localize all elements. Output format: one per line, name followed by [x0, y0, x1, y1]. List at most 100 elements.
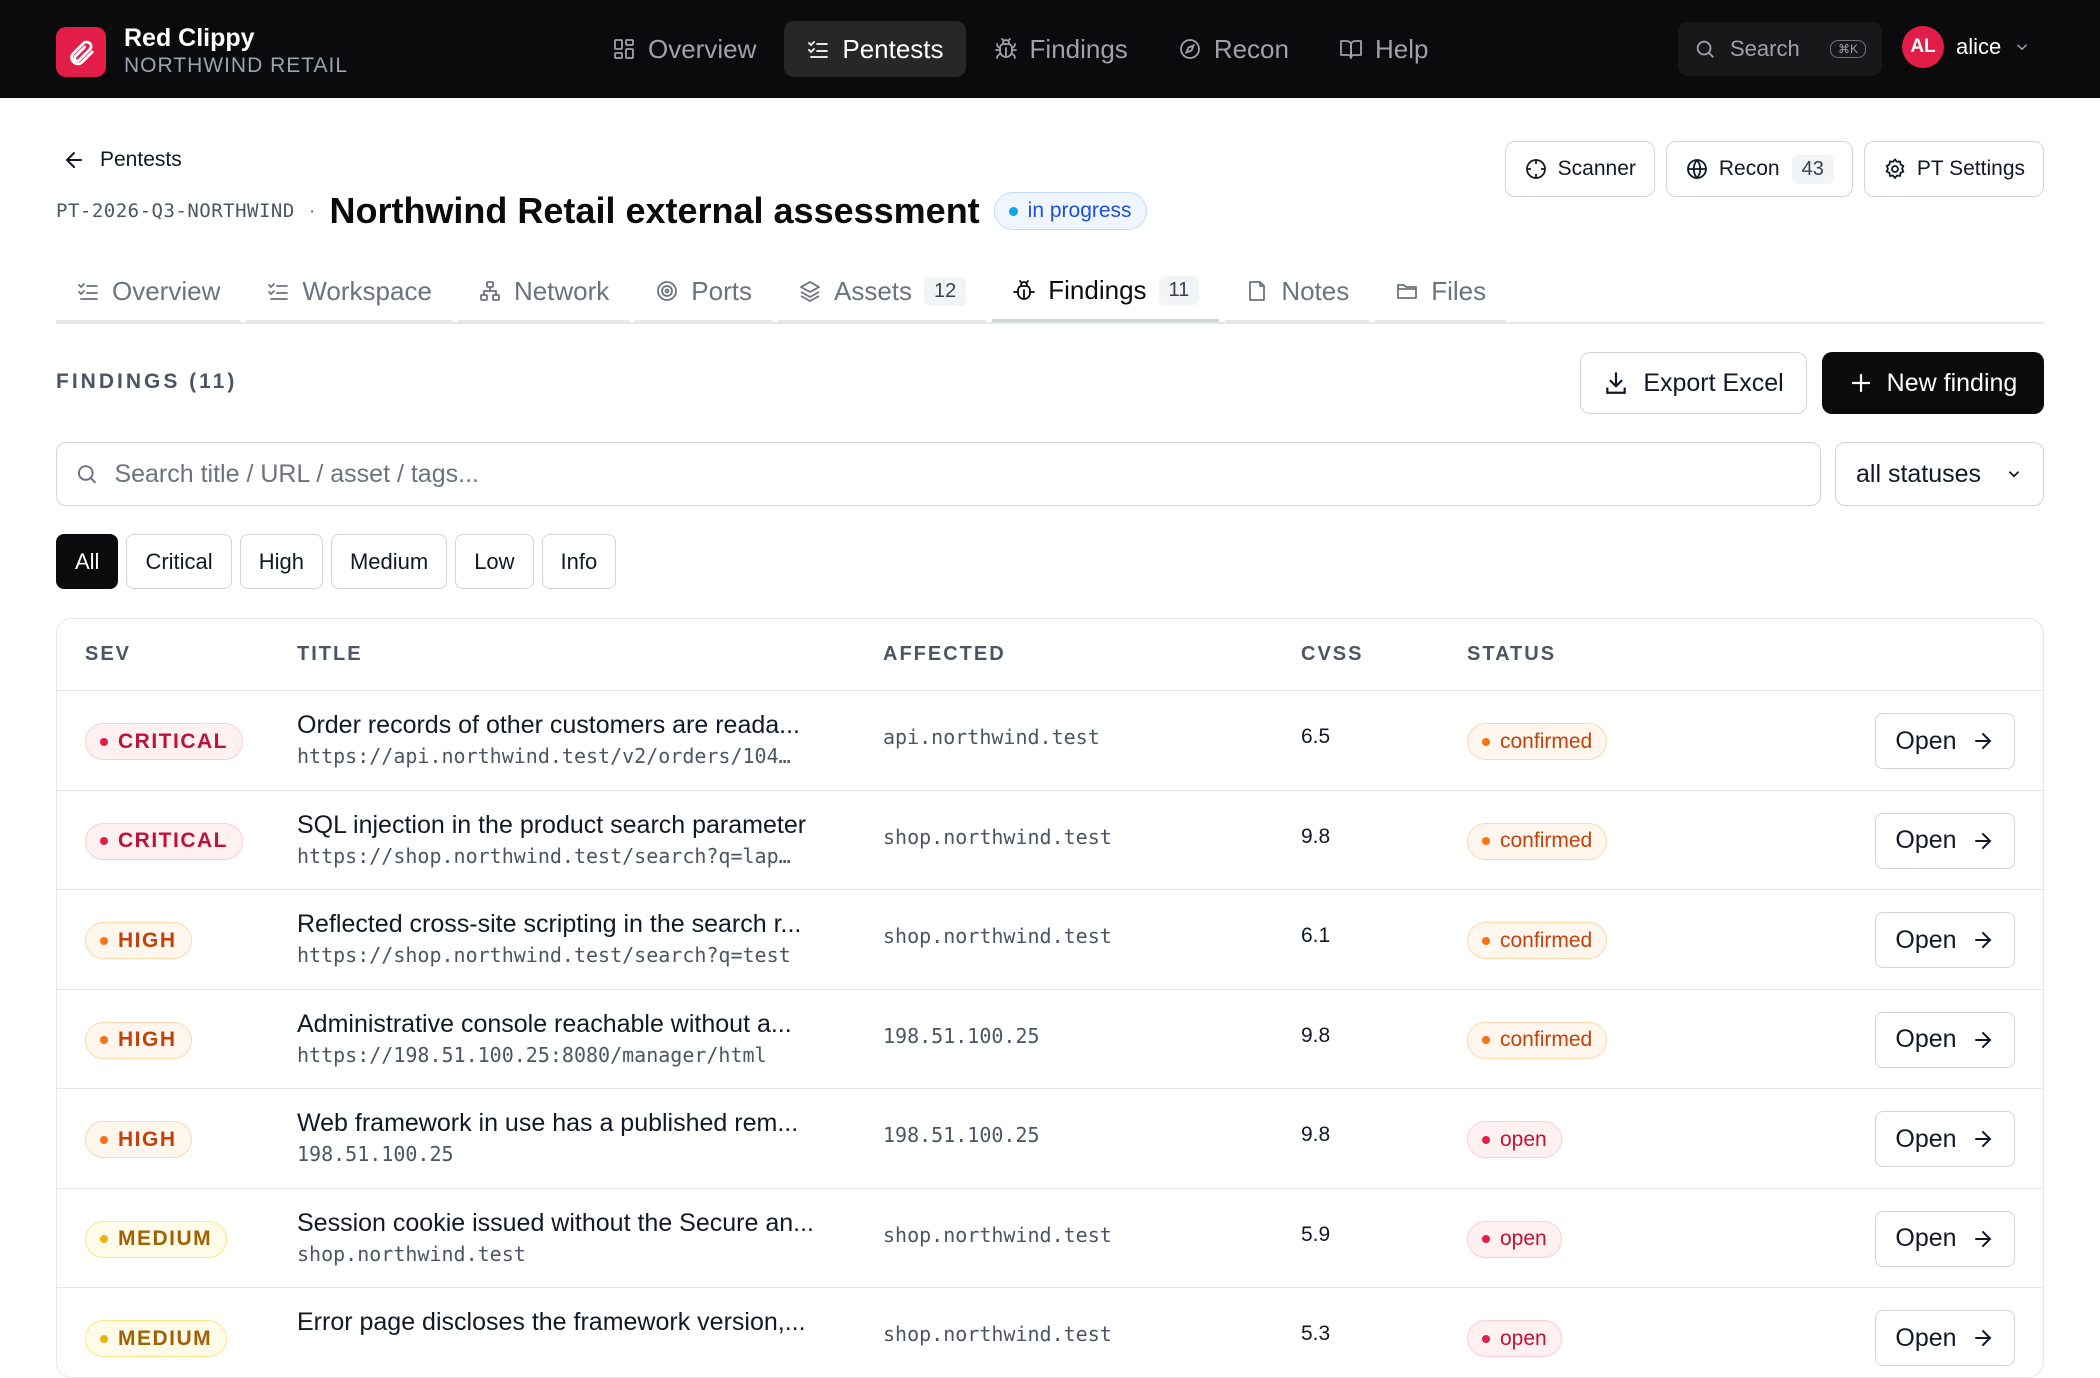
status-filter-value: all statuses [1856, 459, 1982, 488]
nav-label: Pentests [842, 33, 944, 64]
open-label: Open [1895, 1025, 1957, 1053]
open-finding-button[interactable]: Open [1875, 812, 2015, 869]
open-finding-button[interactable]: Open [1875, 1011, 2015, 1068]
col-status[interactable]: STATUS [1467, 643, 1556, 666]
findings-search-input[interactable] [114, 459, 1802, 489]
tab-label: Files [1431, 275, 1487, 306]
finding-status-badge: open [1467, 1220, 1562, 1258]
table-row[interactable]: CRITICAL SQL injection in the product sea… [57, 791, 2043, 890]
open-label: Open [1895, 726, 1957, 755]
export-excel-button[interactable]: Export Excel [1580, 352, 1807, 414]
finding-title-cell[interactable]: Error page discloses the framework versi… [297, 1306, 837, 1338]
tab-files[interactable]: Files [1375, 262, 1507, 322]
table-row[interactable]: HIGH Web framework in use has a published… [57, 1089, 2043, 1189]
finding-title[interactable]: Reflected cross-site scripting in the se… [297, 908, 837, 940]
nav-item-help[interactable]: Help [1317, 21, 1450, 77]
user-menu[interactable]: AL alice [1902, 26, 2031, 68]
severity-badge: HIGH [85, 922, 192, 959]
table-row[interactable]: HIGH Reflected cross-site scripting in th… [57, 890, 2043, 990]
affected-asset: shop.northwind.test [883, 824, 1112, 849]
tab-findings[interactable]: Findings 11 [992, 262, 1220, 322]
finding-title[interactable]: Order records of other customers are rea… [297, 709, 837, 741]
tab-workspace[interactable]: Workspace [246, 262, 452, 322]
open-finding-button[interactable]: Open [1875, 912, 2015, 968]
findings-table: SEV TITLE AFFECTED CVSS STATUS CRITICAL O… [56, 618, 2044, 1378]
pentest-heading: PT-2026-Q3-NORTHWIND · Northwind Retail … [56, 190, 1147, 232]
col-affected[interactable]: AFFECTED [883, 643, 1006, 666]
recon-button[interactable]: Recon 43 [1665, 141, 1853, 197]
shortcut-badge: ⌘K [1829, 40, 1866, 58]
tab-label: Ports [691, 275, 752, 306]
filter-info[interactable]: Info [541, 534, 617, 589]
filter-all[interactable]: All [56, 534, 119, 589]
global-search[interactable]: Search ⌘K [1678, 22, 1882, 76]
brand[interactable]: Red Clippy NORTHWIND RETAIL [56, 24, 348, 80]
finding-url: https://shop.northwind.test/search?q=tes… [297, 943, 791, 967]
finding-title[interactable]: SQL injection in the product search para… [297, 809, 837, 841]
finding-title-cell[interactable]: Session cookie issued without the Secure… [297, 1207, 837, 1269]
search-icon [77, 465, 97, 484]
nav-item-findings[interactable]: Findings [972, 21, 1150, 77]
severity-label: CRITICAL [118, 829, 228, 852]
back-link[interactable]: Pentests [62, 148, 182, 172]
finding-title-cell[interactable]: SQL injection in the product search para… [297, 809, 837, 871]
tab-overview[interactable]: Overview [56, 262, 241, 322]
filter-critical[interactable]: Critical [126, 534, 232, 589]
tab-label: Workspace [302, 275, 432, 306]
nav-item-recon[interactable]: Recon [1156, 21, 1311, 77]
tab-notes[interactable]: Notes [1225, 262, 1370, 322]
layers-icon [800, 281, 820, 302]
open-finding-button[interactable]: Open [1875, 1210, 2015, 1267]
status-filter-select[interactable]: all statuses [1835, 442, 2044, 506]
table-row[interactable]: CRITICAL Order records of other customers… [57, 691, 2043, 791]
finding-title-cell[interactable]: Web framework in use has a published rem… [297, 1107, 837, 1169]
scanner-button[interactable]: Scanner [1504, 141, 1655, 197]
affected-asset: 198.51.100.25 [883, 1023, 1040, 1048]
open-finding-button[interactable]: Open [1875, 1111, 2015, 1167]
tab-ports[interactable]: Ports [635, 262, 772, 322]
filter-medium[interactable]: Medium [330, 534, 448, 589]
arrow-left-icon [65, 152, 82, 168]
nav-item-overview[interactable]: Overview [590, 21, 778, 77]
tab-network[interactable]: Network [457, 262, 630, 322]
new-finding-button[interactable]: New finding [1822, 352, 2044, 414]
finding-status-label: confirmed [1500, 829, 1593, 852]
cvss-score: 5.3 [1301, 1322, 1331, 1345]
open-label: Open [1895, 1224, 1957, 1252]
nav-label: Overview [648, 33, 757, 64]
severity-dot [100, 936, 108, 945]
finding-title[interactable]: Error page discloses the framework versi… [297, 1306, 837, 1338]
table-row[interactable]: HIGH Administrative console reachable wit… [57, 990, 2043, 1089]
col-cvss[interactable]: CVSS [1301, 643, 1363, 666]
plus-icon [1851, 373, 1870, 393]
finding-title-cell[interactable]: Administrative console reachable without… [297, 1008, 837, 1070]
filter-high[interactable]: High [239, 534, 323, 589]
network-icon [480, 281, 500, 301]
open-label: Open [1895, 1124, 1957, 1153]
nav-item-pentests[interactable]: Pentests [784, 21, 966, 77]
nav-label: Recon [1213, 33, 1289, 64]
tab-assets[interactable]: Assets 12 [777, 262, 987, 322]
col-title[interactable]: TITLE [297, 643, 363, 666]
table-row[interactable]: MEDIUM Session cookie issued without the … [57, 1189, 2043, 1288]
table-row[interactable]: MEDIUM Error page discloses the framework… [57, 1288, 2043, 1377]
finding-title-cell[interactable]: Order records of other customers are rea… [297, 709, 837, 771]
finding-url: https://api.northwind.test/v2/orders/104… [297, 744, 791, 768]
findings-search[interactable] [56, 442, 1821, 506]
severity-badge: HIGH [85, 1121, 192, 1158]
finding-title[interactable]: Web framework in use has a published rem… [297, 1107, 837, 1139]
filter-low[interactable]: Low [455, 534, 534, 589]
severity-badge: MEDIUM [85, 1320, 228, 1357]
status-dot [1482, 737, 1490, 746]
finding-title[interactable]: Administrative console reachable without… [297, 1008, 837, 1040]
open-finding-button[interactable]: Open [1875, 1310, 2015, 1366]
col-sev[interactable]: SEV [85, 643, 131, 666]
severity-label: HIGH [118, 1028, 177, 1051]
arrow-right-icon [1974, 1230, 1991, 1247]
open-finding-button[interactable]: Open [1875, 713, 2015, 769]
finding-title-cell[interactable]: Reflected cross-site scripting in the se… [297, 908, 837, 970]
cvss-score: 9.8 [1301, 1123, 1331, 1146]
finding-status-label: open [1500, 1326, 1547, 1350]
finding-title[interactable]: Session cookie issued without the Secure… [297, 1207, 837, 1239]
pt-settings-button[interactable]: PT Settings [1863, 141, 2044, 197]
